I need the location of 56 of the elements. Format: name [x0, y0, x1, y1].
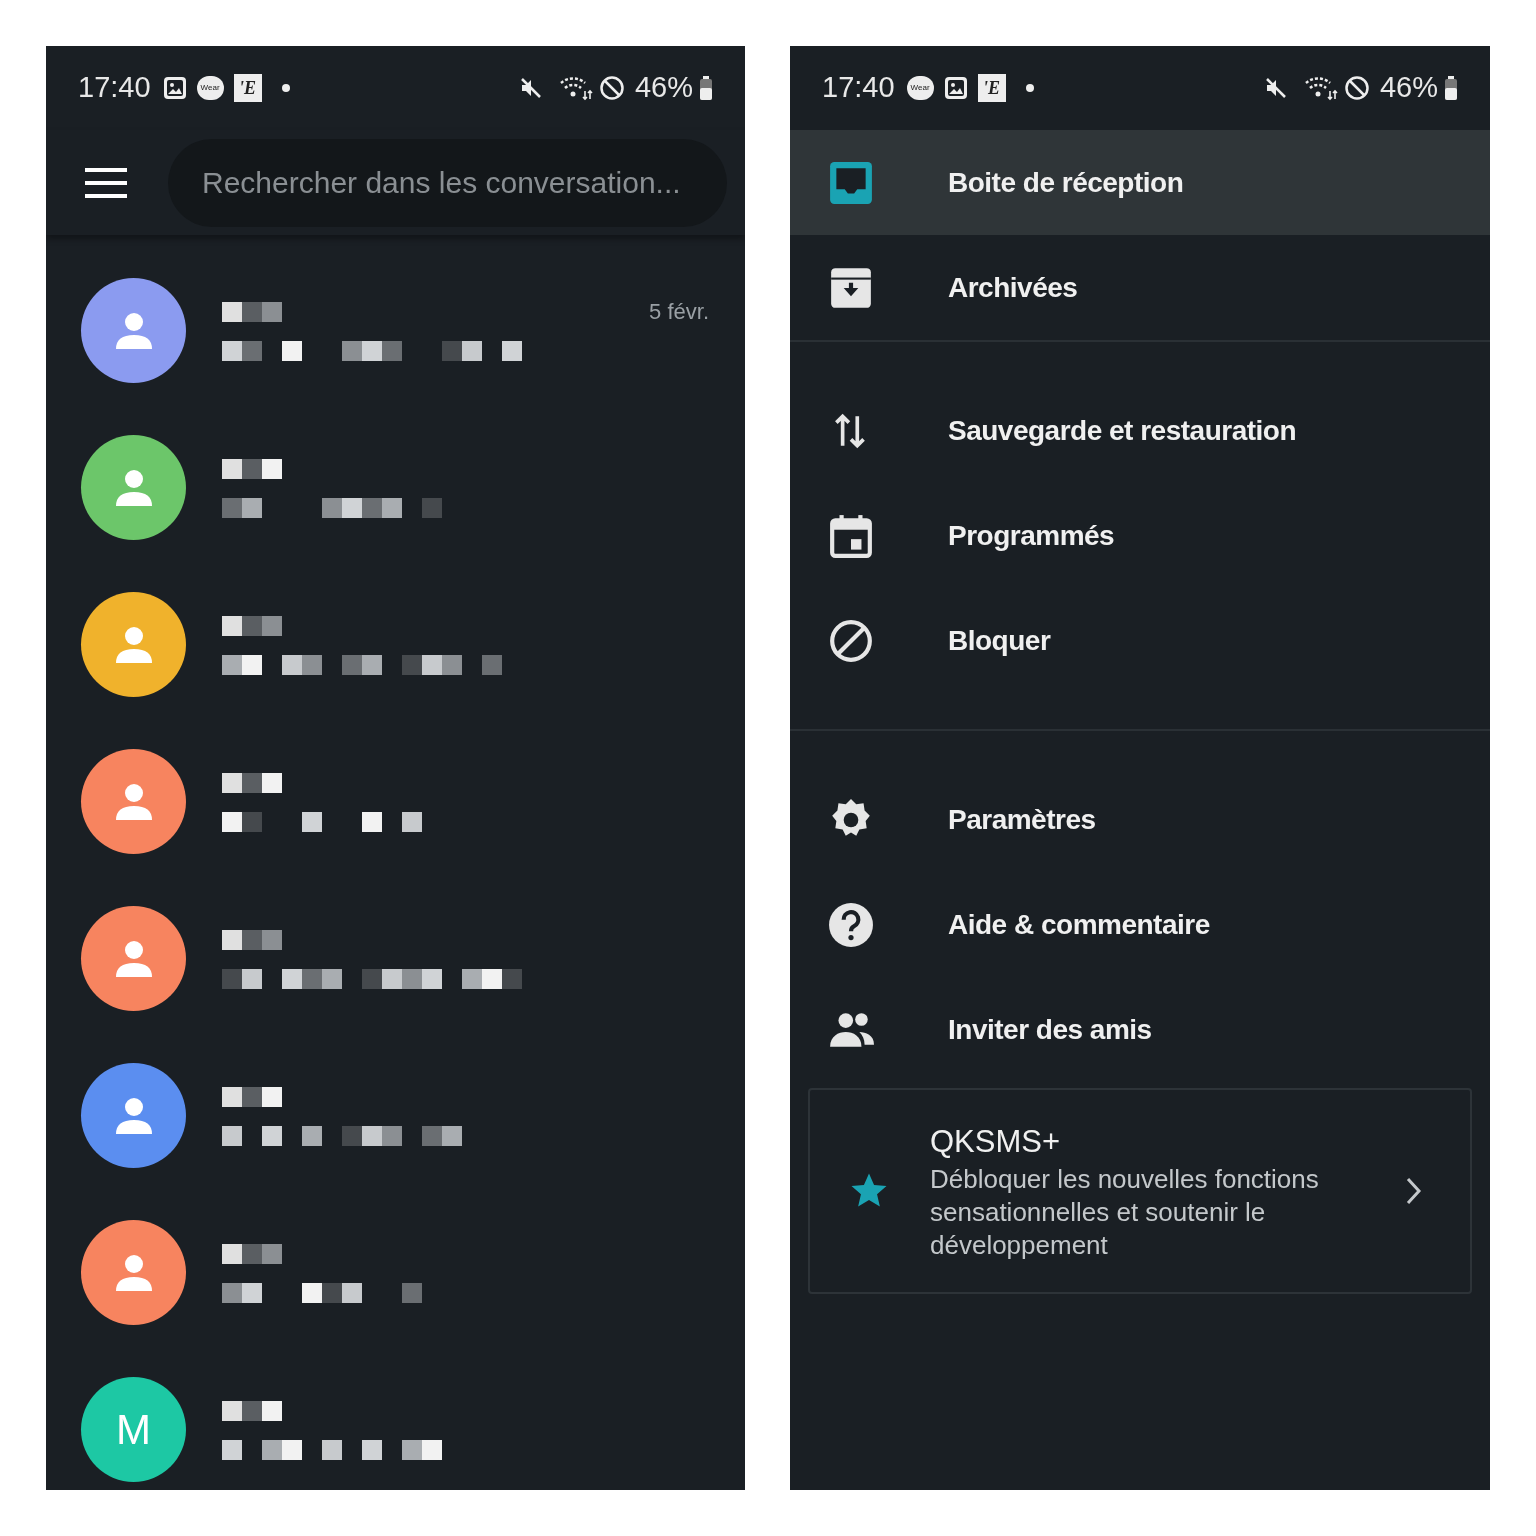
chevron-right-icon: [1406, 1177, 1422, 1205]
conversation-date: 5 févr.: [649, 298, 709, 326]
calendar-icon: [828, 512, 874, 559]
inbox-icon: [828, 159, 874, 206]
promo-description: Débloquer les nouvelles fonctions sensationnelles et soutenir le développement: [930, 1162, 1320, 1262]
wear-app-icon: Wear: [196, 76, 224, 100]
pixelated-text-drawing: [222, 1243, 282, 1264]
drawer-item[interactable]: Archivées: [790, 235, 1490, 340]
do-not-disturb-icon: [1343, 75, 1370, 101]
person-icon: [113, 310, 154, 351]
avatar-initial: M: [116, 1405, 151, 1455]
person-icon: [113, 1095, 154, 1136]
battery-percent-text: 46%: [1379, 70, 1438, 106]
person-icon: [113, 938, 154, 979]
drawer-item[interactable]: Sauvegarde et restauration: [790, 378, 1490, 483]
drawer-item[interactable]: Boite de réception: [790, 130, 1490, 235]
person-icon: [113, 1252, 154, 1293]
conversation-row[interactable]: 5 févr.: [46, 278, 745, 383]
person-icon: [113, 781, 154, 822]
block-icon: [828, 617, 874, 664]
pixelated-text-drawing: [222, 1086, 282, 1107]
wifi-icon: [558, 75, 593, 101]
wear-app-icon: Wear: [906, 76, 934, 100]
news-app-icon: 'E: [977, 74, 1006, 102]
upgrade-card[interactable]: QKSMS+ Débloquer les nouvelles fonctions sensationnelles et soutenir le développement: [808, 1088, 1472, 1294]
pixelated-text-drawing: [222, 301, 282, 322]
drawer-item[interactable]: Inviter des amis: [790, 977, 1490, 1082]
drawer-item[interactable]: Paramètres: [790, 767, 1490, 872]
battery-icon: [699, 76, 713, 100]
image-icon: [162, 76, 187, 100]
notification-dot-icon: [281, 84, 290, 92]
pixelated-text-drawing: [222, 772, 282, 793]
pixelated-text-drawing: [222, 615, 282, 636]
image-icon: [943, 76, 968, 100]
battery-icon: [1444, 76, 1458, 100]
drawer-item[interactable]: Aide & commentaire: [790, 872, 1490, 977]
wifi-icon: [1303, 75, 1338, 101]
pixelated-text-drawing: [222, 929, 282, 950]
battery-percent-text: 46%: [634, 70, 693, 106]
drawer-item[interactable]: Bloquer: [790, 588, 1490, 693]
news-app-icon: 'E: [233, 74, 262, 102]
pixelated-text-drawing: [222, 458, 282, 479]
mute-icon: [518, 76, 543, 100]
promo-title: QKSMS+: [930, 1122, 1062, 1161]
person-icon: [113, 467, 154, 508]
clock-text: 17:40: [78, 70, 151, 106]
person-icon: [113, 624, 154, 665]
search-field[interactable]: Rechercher dans les conversation...: [168, 138, 727, 227]
notification-dot-icon: [1025, 84, 1034, 92]
menu-icon: [85, 167, 127, 198]
help-icon: [828, 901, 874, 948]
clock-text: 17:40: [822, 70, 895, 106]
pixelated-text-drawing: [222, 1400, 282, 1421]
mute-icon: [1263, 76, 1288, 100]
drawer-item[interactable]: Programmés: [790, 483, 1490, 588]
do-not-disturb-icon: [598, 75, 625, 101]
